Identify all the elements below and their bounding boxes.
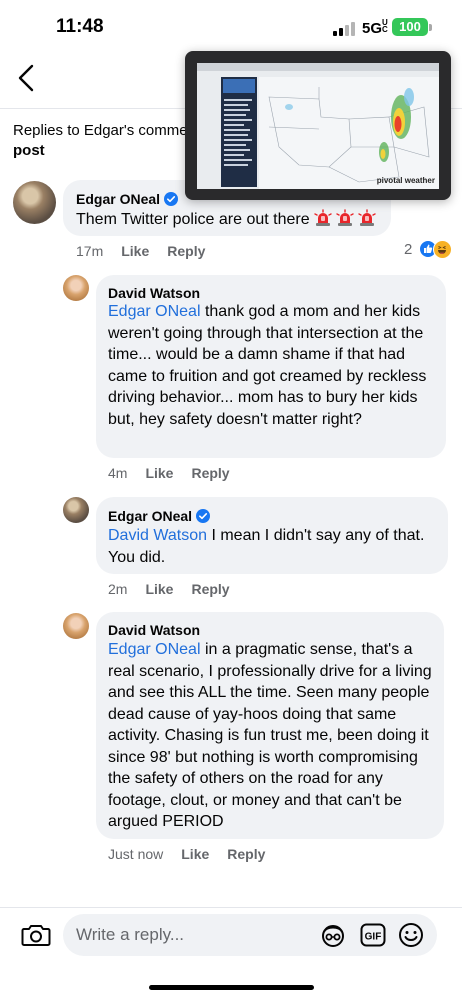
mention-link[interactable]: David Watson (108, 527, 207, 544)
page-title: Replies to Edgar's comment post (13, 121, 188, 161)
police-siren-icon (335, 209, 354, 226)
verified-badge-icon (164, 192, 179, 206)
mention-link[interactable]: Edgar ONeal (108, 303, 201, 320)
emoji-icon (399, 923, 423, 947)
comment-author[interactable]: David Watson (108, 285, 200, 301)
camera-button[interactable] (20, 921, 52, 949)
comment-text: David Watson I mean I didn't say any of … (108, 525, 444, 568)
comment-meta: 2m Like Reply (108, 581, 230, 597)
comment-time: 2m (108, 581, 128, 597)
gif-button[interactable]: GIF (360, 923, 386, 947)
network-label: 5G (362, 20, 383, 37)
battery-nub (429, 24, 432, 31)
reply-button[interactable]: Reply (227, 846, 265, 862)
haha-reaction-icon (433, 240, 452, 259)
comment-text: Edgar ONeal thank god a mom and her kids… (108, 301, 440, 430)
like-button[interactable]: Like (121, 243, 149, 259)
reply-button[interactable]: Reply (167, 243, 205, 259)
reply-button[interactable]: Reply (191, 581, 229, 597)
back-button[interactable] (12, 60, 42, 96)
status-bar: 11:48 5GUC 100 (0, 0, 462, 54)
reply-button[interactable]: Reply (191, 465, 229, 481)
avatar[interactable] (63, 497, 89, 523)
comment-time: 17m (76, 243, 104, 259)
picture-in-picture-video[interactable]: pivotal weather (185, 51, 451, 200)
comment-text-body: Them Twitter police are out there (76, 211, 310, 228)
comment-time: Just now (108, 846, 164, 862)
comment-meta: 17m Like Reply (76, 243, 205, 259)
emoji-button[interactable] (398, 922, 424, 948)
video-browser-bar (197, 63, 439, 71)
signal-icon (333, 22, 357, 36)
mention-link[interactable]: Edgar ONeal (108, 641, 201, 658)
avatar[interactable] (63, 275, 89, 301)
like-button[interactable]: Like (145, 465, 173, 481)
page-title-line1: Replies to Edgar's comment (13, 122, 188, 139)
comment-text-body: in a pragmatic sense, that's a real scen… (108, 641, 432, 830)
comment-author[interactable]: Edgar ONeal (76, 191, 179, 207)
network-indicator: 5GUC (362, 18, 388, 38)
network-suffix: UC (382, 18, 388, 34)
chevron-left-icon (18, 64, 34, 92)
author-name[interactable]: Edgar ONeal (108, 508, 192, 524)
comment-time: 4m (108, 465, 128, 481)
police-siren-icon (357, 209, 376, 226)
footer-divider (0, 907, 462, 908)
video-frame: pivotal weather (197, 63, 439, 189)
comment-meta: Just now Like Reply (108, 846, 265, 862)
comment-text: Them Twitter police are out there (76, 209, 388, 231)
comment-meta: 4m Like Reply (108, 465, 230, 481)
avatar[interactable] (13, 181, 56, 224)
battery-indicator: 100 (392, 18, 428, 36)
avatar-sticker-button[interactable] (320, 922, 346, 948)
status-time: 11:48 (56, 16, 104, 37)
radar-map: pivotal weather (259, 77, 439, 189)
like-button[interactable]: Like (145, 581, 173, 597)
verified-badge-icon (196, 509, 211, 523)
video-sidebar (221, 77, 257, 187)
comment-text: Edgar ONeal in a pragmatic sense, that's… (108, 639, 440, 833)
gif-icon: GIF (360, 923, 386, 947)
author-name[interactable]: Edgar ONeal (76, 191, 160, 207)
comment-text-body: thank god a mom and her kids weren't goi… (108, 303, 427, 428)
like-button[interactable]: Like (181, 846, 209, 862)
comment-author[interactable]: David Watson (108, 622, 200, 638)
camera-icon (21, 925, 51, 946)
page-title-line2: post (13, 142, 45, 159)
avatar[interactable] (63, 613, 89, 639)
reaction-count: 2 (404, 241, 413, 258)
comment-author[interactable]: Edgar ONeal (108, 508, 211, 524)
home-indicator[interactable] (149, 985, 314, 990)
police-siren-icon (313, 209, 332, 226)
avatar-sticker-icon (322, 925, 344, 947)
video-brand-logo: pivotal weather (376, 176, 435, 185)
svg-text:GIF: GIF (365, 932, 382, 943)
